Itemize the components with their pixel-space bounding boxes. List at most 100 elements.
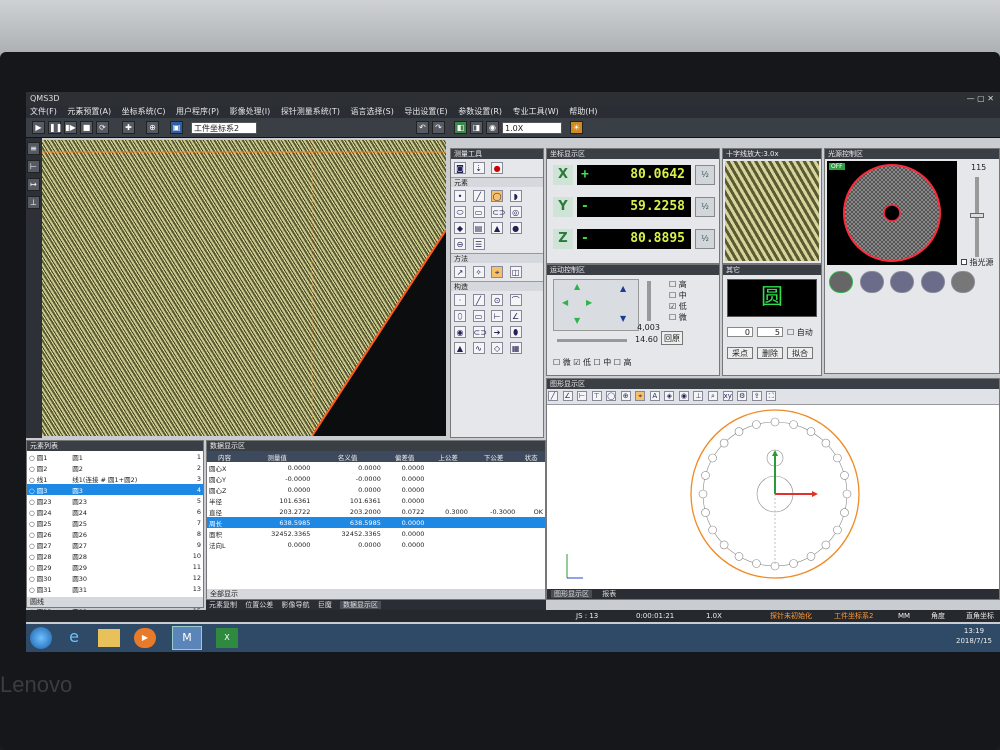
- jog-left-icon[interactable]: ◀: [562, 298, 568, 307]
- z-down-icon[interactable]: ▼: [620, 314, 626, 323]
- list-item[interactable]: ○ 圆27 圆27 9: [27, 539, 203, 550]
- tab-graphic[interactable]: 图形显示区: [551, 590, 592, 598]
- light-ring-view[interactable]: OFF: [827, 161, 957, 265]
- half-x-button[interactable]: ½: [695, 165, 715, 185]
- menu-coord-system[interactable]: 坐标系统(C): [122, 107, 166, 116]
- probe-tool-icon[interactable]: ⇣: [472, 162, 485, 174]
- tab-macro[interactable]: 巨魔: [318, 601, 332, 609]
- g-circle-icon[interactable]: ◯: [606, 391, 617, 401]
- menu-user-program[interactable]: 用户程序(P): [176, 107, 219, 116]
- column-header[interactable]: 名义值: [312, 451, 383, 462]
- speed-low[interactable]: ☑ 低: [669, 301, 687, 312]
- construct-wave-icon[interactable]: ∿: [472, 342, 485, 354]
- g-select-icon[interactable]: ⌖: [635, 391, 646, 401]
- probe-icon[interactable]: ✚: [122, 121, 135, 134]
- laser-tool-icon[interactable]: ●: [491, 162, 504, 174]
- construct-rect-icon[interactable]: ▭: [472, 310, 485, 322]
- bottom-opt-mid[interactable]: ☐ 中: [594, 358, 612, 367]
- list-item[interactable]: ○ 圆1 圆1 1: [27, 451, 203, 462]
- window-controls[interactable]: — ▢ ✕: [967, 92, 994, 106]
- z-up-icon[interactable]: ▲: [620, 284, 626, 293]
- bottom-opt-micro[interactable]: ☐ 微: [553, 358, 571, 367]
- jog-up-icon[interactable]: ▲: [574, 282, 580, 291]
- method-auto-icon[interactable]: ↗: [454, 266, 466, 278]
- browser-icon[interactable]: e: [62, 627, 86, 649]
- list-item[interactable]: ○ 圆30 圆30 12: [27, 572, 203, 583]
- folder-icon[interactable]: [98, 629, 120, 647]
- construct-slot-icon[interactable]: ⊂⊃: [472, 326, 487, 338]
- speed-high[interactable]: ☐ 高: [669, 279, 687, 290]
- menu-pro-tools[interactable]: 专业工具(W): [513, 107, 559, 116]
- fit-button[interactable]: 拟合: [787, 347, 813, 359]
- zoom-select[interactable]: 1.0X: [502, 122, 562, 134]
- tab-report[interactable]: 报表: [602, 590, 616, 598]
- cone-icon[interactable]: ▲: [491, 222, 504, 234]
- light-icon[interactable]: ☀: [570, 121, 583, 134]
- ellipse-icon[interactable]: ⬭: [454, 206, 466, 218]
- delete-button[interactable]: 删除: [757, 347, 783, 359]
- graphic-canvas[interactable]: [547, 406, 999, 590]
- half-z-button[interactable]: ½: [695, 229, 715, 249]
- list-item[interactable]: ○ 圆28 圆28 10: [27, 550, 203, 561]
- list-item[interactable]: ○ 圆25 圆25 7: [27, 517, 203, 528]
- line-icon[interactable]: ╱: [472, 190, 485, 202]
- play-icon[interactable]: ▶: [32, 121, 45, 134]
- construct-bolt-icon[interactable]: ➔: [491, 326, 504, 338]
- align-icon[interactable]: ≡: [27, 142, 40, 155]
- plane-icon[interactable]: ☰: [472, 238, 485, 250]
- construct-ellipse-icon[interactable]: ⬯: [454, 310, 466, 322]
- table-row[interactable]: 法向L 0.0000 0.0000 0.0000: [207, 539, 545, 550]
- g-perp-icon[interactable]: ⊤: [591, 391, 602, 401]
- table-row[interactable]: 直径 203.2722 203.2000 0.0722 0.3000 -0.3000 OK: [207, 506, 545, 517]
- light-preset-radial-icon[interactable]: [920, 271, 945, 293]
- column-header[interactable]: 下公差: [469, 451, 518, 462]
- ring-icon[interactable]: ◎: [509, 206, 522, 218]
- construct-cone-icon[interactable]: ▲: [454, 342, 466, 354]
- construct-point-icon[interactable]: ·: [454, 294, 466, 306]
- construct-arc-icon[interactable]: ⌒: [509, 294, 522, 306]
- bottom-opt-low[interactable]: ☑ 低: [573, 358, 591, 367]
- step-icon[interactable]: ▮▶: [64, 121, 77, 134]
- list-item[interactable]: ○ 圆2 圆2 2: [27, 462, 203, 473]
- home-button[interactable]: 回原: [661, 331, 683, 345]
- media-icon[interactable]: ▶: [134, 628, 156, 648]
- perpendicular-icon[interactable]: ⊥: [27, 196, 40, 209]
- tab-data-display[interactable]: 数据显示区: [339, 601, 381, 609]
- table-row[interactable]: 圆心Z 0.0000 0.0000 0.0000: [207, 484, 545, 495]
- stop-icon[interactable]: ■: [80, 121, 93, 134]
- light-preset-full-icon[interactable]: [951, 271, 976, 293]
- menu-parameters[interactable]: 参数设置(R): [458, 107, 502, 116]
- arc-icon[interactable]: ◗: [509, 190, 522, 202]
- g-xy-icon[interactable]: xy: [722, 391, 733, 401]
- list-item[interactable]: ○ 圆29 圆29 11: [27, 561, 203, 572]
- fine-slider[interactable]: [557, 339, 627, 342]
- auto-check[interactable]: ☐ 自动: [787, 327, 813, 338]
- g-line-icon[interactable]: ╱: [548, 391, 558, 401]
- speed-slider[interactable]: [647, 281, 651, 321]
- menu-file[interactable]: 文件(F): [30, 107, 57, 116]
- g-dist-icon[interactable]: ⊢: [577, 391, 588, 401]
- slot-icon[interactable]: ⊂⊃: [491, 206, 506, 218]
- g-export-icon[interactable]: ⇪: [751, 391, 762, 401]
- lens-icon[interactable]: ◉: [486, 121, 499, 134]
- coord-system-select[interactable]: 工件坐标系2: [191, 122, 257, 134]
- calculator-icon[interactable]: ▦: [509, 342, 522, 354]
- light-check[interactable]: 指光源: [961, 257, 994, 268]
- sample-button[interactable]: 采点: [727, 347, 753, 359]
- light-preset-sector-icon[interactable]: [890, 271, 915, 293]
- point-icon[interactable]: •: [454, 190, 466, 202]
- table-row[interactable]: 半径 101.6361 101.6361 0.0000: [207, 495, 545, 506]
- list-item[interactable]: ○ 圆23 圆23 5: [27, 495, 203, 506]
- construct-ring-icon[interactable]: ◉: [454, 326, 466, 338]
- tab-position-tolerance[interactable]: 位置公差: [245, 601, 273, 609]
- column-header[interactable]: 上公差: [426, 451, 470, 462]
- half-y-button[interactable]: ½: [695, 197, 715, 217]
- column-header[interactable]: 偏差值: [382, 451, 427, 462]
- g-search-icon[interactable]: ⌕: [708, 391, 719, 401]
- curve-icon[interactable]: ▤: [472, 222, 485, 234]
- table-row[interactable]: 周长 638.5985 638.5985 0.0000: [207, 517, 545, 528]
- spin-a[interactable]: 0: [727, 327, 753, 337]
- g-zoom-in-icon[interactable]: ⊕: [620, 391, 631, 401]
- column-header[interactable]: 状态: [517, 451, 545, 462]
- list-item[interactable]: ○ 圆24 圆24 6: [27, 506, 203, 517]
